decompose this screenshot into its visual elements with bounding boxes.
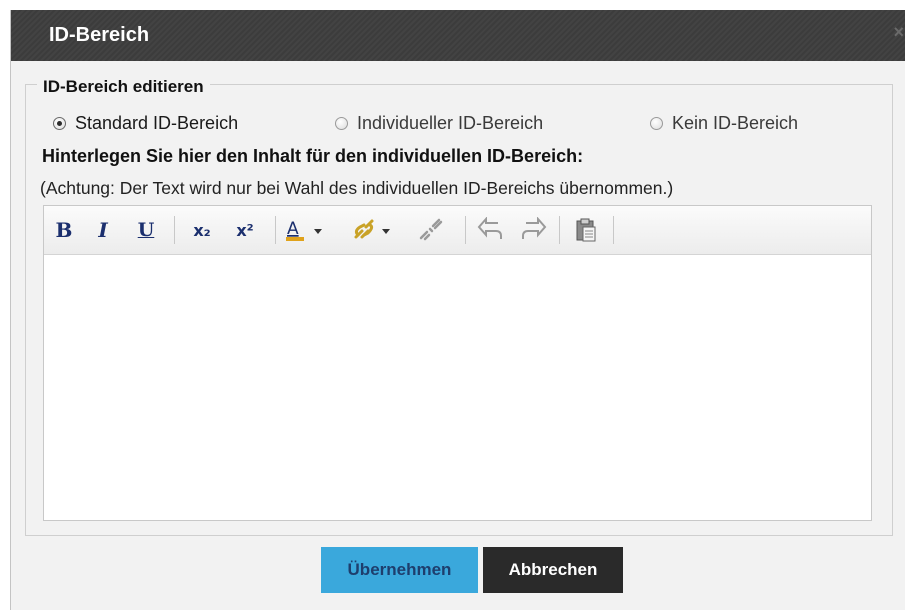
radio-label: Kein ID-Bereich [672,113,799,133]
unlink-icon[interactable] [416,217,446,243]
dialog-titlebar[interactable]: ID-Bereich × [11,10,905,61]
subscript-icon[interactable]: x₂ [189,217,215,243]
editor-content-area[interactable] [44,255,871,520]
toolbar-separator [275,216,276,244]
fieldset-legend: ID-Bereich editieren [37,77,210,97]
warning-note: (Achtung: Der Text wird nur bei Wahl des… [40,178,674,198]
toolbar-separator [465,216,466,244]
dialog-title: ID-Bereich [49,24,150,46]
radio-unchecked-icon[interactable] [650,117,663,130]
superscript-icon[interactable]: x² [232,217,258,243]
underline-icon[interactable]: U [136,217,156,243]
radio-label: Individueller ID-Bereich [357,113,544,133]
radio-unchecked-icon[interactable] [335,117,348,130]
italic-icon[interactable]: I [94,217,112,243]
apply-button[interactable]: Übernehmen [321,547,478,593]
undo-icon[interactable] [476,217,506,243]
radio-label: Standard ID-Bereich [75,113,239,133]
radio-individual-id-area[interactable]: Individueller ID-Bereich [335,113,543,134]
text-color-icon[interactable]: A [284,217,328,243]
toolbar-separator [174,216,175,244]
toolbar-separator [559,216,560,244]
rich-text-editor: B I U x₂ x² A [43,205,872,521]
bold-icon[interactable]: B [54,217,74,243]
toolbar-separator [613,216,614,244]
close-icon[interactable]: × [893,22,904,42]
svg-text:A: A [287,219,299,239]
paste-icon[interactable] [572,217,600,243]
radio-standard-id-area[interactable]: Standard ID-Bereich [53,113,238,134]
cancel-button[interactable]: Abbrechen [483,547,623,593]
link-icon[interactable] [350,217,394,243]
editor-toolbar: B I U x₂ x² A [44,206,871,255]
radio-no-id-area[interactable]: Kein ID-Bereich [650,113,798,134]
instruction-heading: Hinterlegen Sie hier den Inhalt für den … [42,146,584,166]
redo-icon[interactable] [518,217,548,243]
radio-checked-icon[interactable] [53,117,66,130]
